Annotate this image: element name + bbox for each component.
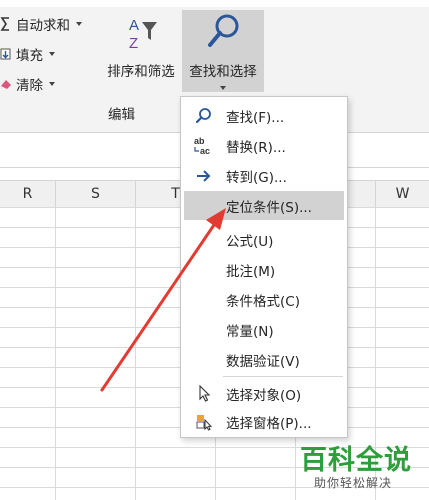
annotation-arrow (100, 208, 226, 392)
watermark-title: 百科全说 (300, 445, 412, 476)
watermark-logo: 百科全说 助你轻松解决 (300, 438, 425, 498)
watermark-subtitle: 助你轻松解决 (314, 476, 393, 490)
